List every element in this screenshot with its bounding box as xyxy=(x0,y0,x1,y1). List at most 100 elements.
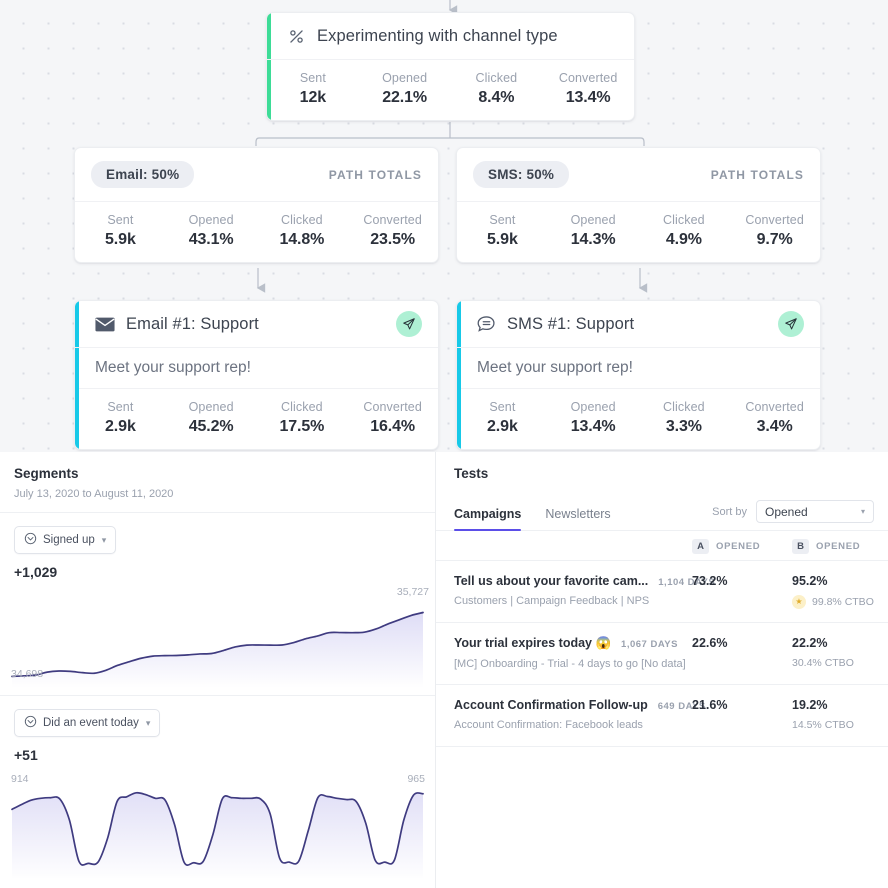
test-ctbo-value: 30.4% CTBO xyxy=(792,657,854,669)
stat-value: 13.4% xyxy=(570,418,616,435)
test-variant-b-value: 95.2% xyxy=(792,574,828,588)
segments-panel: Segments July 13, 2020 to August 11, 202… xyxy=(0,452,435,888)
segments-title: Segments xyxy=(14,466,79,481)
sort-control: Sort by Opened ▾ xyxy=(712,500,874,530)
stat-label: Opened xyxy=(188,213,234,227)
branch-sms-path-totals-label: PATH TOTALS xyxy=(710,167,804,182)
stat-sent: Sent 12k xyxy=(267,71,359,107)
segment-block-did-event: Did an event today ▾ +51 914 965 xyxy=(0,696,435,878)
stat-converted: Converted 23.5% xyxy=(347,213,438,249)
segment-selector-did-event[interactable]: Did an event today ▾ xyxy=(14,709,161,737)
stat-opened: Opened 13.4% xyxy=(548,400,639,436)
column-a-metric-label: OPENED xyxy=(716,540,761,552)
table-row[interactable]: Your trial expires today 😱 1,067 DAYS [M… xyxy=(436,623,888,685)
test-variant-b-value: 19.2% xyxy=(792,698,828,712)
send-paper-plane-icon[interactable] xyxy=(396,311,422,337)
stat-opened: Opened 45.2% xyxy=(166,400,257,436)
test-name: Tell us about your favorite cam... xyxy=(454,574,649,588)
split-node-title: Experimenting with channel type xyxy=(317,26,558,45)
message-card-email[interactable]: Email #1: Support Meet your support rep!… xyxy=(74,300,439,450)
bottom-panels: Segments July 13, 2020 to August 11, 202… xyxy=(0,452,888,888)
test-name: Account Confirmation Follow-up xyxy=(454,698,648,712)
test-ctbo-value: 14.5% CTBO xyxy=(792,719,854,731)
sort-by-select[interactable]: Opened ▾ xyxy=(756,500,874,523)
email-card-title: Email #1: Support xyxy=(126,314,259,333)
send-paper-plane-icon[interactable] xyxy=(778,311,804,337)
table-row[interactable]: Tell us about your favorite cam... 1,104… xyxy=(436,561,888,623)
stat-label: Converted xyxy=(363,400,422,414)
stat-value: 2.9k xyxy=(105,418,136,435)
stat-label: Clicked xyxy=(281,400,323,414)
percent-split-icon xyxy=(287,27,306,46)
column-b-metric-label: OPENED xyxy=(816,540,861,552)
tests-column-header: A OPENED B OPENED xyxy=(436,531,888,561)
stat-label: Opened xyxy=(188,400,234,414)
stat-sent: Sent 5.9k xyxy=(457,213,548,249)
winner-star-icon: ★ xyxy=(792,595,806,609)
stat-value: 3.3% xyxy=(665,418,702,435)
chevron-down-icon: ▾ xyxy=(101,534,107,545)
chevron-down-icon: ▾ xyxy=(860,507,865,516)
segment-block-signed-up: Signed up ▾ +1,029 34,698 35,727 xyxy=(0,513,435,687)
test-days: 1,067 DAYS xyxy=(621,639,678,650)
branch-card-sms[interactable]: SMS: 50% PATH TOTALS Sent 5.9k Opened 14… xyxy=(456,147,821,263)
stat-label: Clicked xyxy=(663,400,705,414)
message-card-sms[interactable]: SMS #1: Support Meet your support rep! S… xyxy=(456,300,821,450)
stat-label: Sent xyxy=(299,71,326,85)
stat-label: Opened xyxy=(570,400,616,414)
branch-card-email[interactable]: Email: 50% PATH TOTALS Sent 5.9k Opened … xyxy=(74,147,439,263)
stat-label: Converted xyxy=(745,213,804,227)
stat-value: 12k xyxy=(299,89,327,106)
segment-selector-signed-up[interactable]: Signed up ▾ xyxy=(14,526,117,554)
email-card-subject: Meet your support rep! xyxy=(75,348,438,389)
stat-sent: Sent 2.9k xyxy=(75,400,166,436)
tab-campaigns[interactable]: Campaigns xyxy=(454,507,522,531)
email-card-stats: Sent 2.9k Opened 45.2% Clicked 17.5% Con… xyxy=(75,389,438,449)
sparkline-end-label: 965 xyxy=(407,773,425,785)
email-card-header: Email #1: Support xyxy=(75,301,438,348)
stat-converted: Converted 13.4% xyxy=(542,71,634,107)
split-node-stats: Sent 12k Opened 22.1% Clicked 8.4% Conve… xyxy=(267,60,634,120)
campaign-flow-canvas: Experimenting with channel type Sent 12k… xyxy=(0,0,888,452)
test-ctbo: 30.4% CTBO xyxy=(792,657,854,669)
stat-clicked: Clicked 4.9% xyxy=(639,213,730,249)
tests-header: Tests xyxy=(436,452,888,481)
test-variant-b-value: 22.2% xyxy=(792,636,828,650)
envelope-icon xyxy=(95,317,115,332)
variant-b-badge: B xyxy=(792,538,809,554)
segments-header: Segments July 13, 2020 to August 11, 202… xyxy=(0,452,435,513)
chevron-down-icon: ▾ xyxy=(145,717,151,728)
sparkline-start-label: 914 xyxy=(11,773,29,785)
test-ctbo: 14.5% CTBO xyxy=(792,719,854,731)
stat-value: 4.9% xyxy=(665,231,702,248)
test-variant-a-value: 73.2% xyxy=(692,574,728,588)
test-variant-a-value: 21.6% xyxy=(692,698,728,712)
stat-clicked: Clicked 3.3% xyxy=(639,400,730,436)
tests-panel: Tests Campaigns Newsletters Sort by Open… xyxy=(436,452,888,888)
tab-newsletters[interactable]: Newsletters xyxy=(545,507,610,530)
stat-label: Sent xyxy=(107,400,134,414)
sms-card-subject: Meet your support rep! xyxy=(457,348,820,389)
sparkline-signed-up: 34,698 35,727 xyxy=(0,586,435,687)
stat-label: Sent xyxy=(489,213,516,227)
stat-converted: Converted 9.7% xyxy=(729,213,820,249)
segment-delta-did-event: +51 xyxy=(14,747,38,763)
stat-sent: Sent 2.9k xyxy=(457,400,548,436)
stat-label: Clicked xyxy=(475,71,518,85)
stat-label: Sent xyxy=(107,213,134,227)
stat-value: 5.9k xyxy=(487,231,518,248)
stat-value: 16.4% xyxy=(370,418,416,435)
target-circle-icon xyxy=(24,715,37,731)
segment-chip-label: Signed up xyxy=(43,534,95,546)
branch-sms-stats: Sent 5.9k Opened 14.3% Clicked 4.9% Conv… xyxy=(457,202,820,262)
sms-card-stats: Sent 2.9k Opened 13.4% Clicked 3.3% Conv… xyxy=(457,389,820,449)
column-a-header: A OPENED xyxy=(692,538,761,554)
split-test-node[interactable]: Experimenting with channel type Sent 12k… xyxy=(266,12,635,121)
table-row[interactable]: Account Confirmation Follow-up 649 DAYS … xyxy=(436,685,888,747)
stat-value: 14.3% xyxy=(570,231,616,248)
branch-email-path-totals-label: PATH TOTALS xyxy=(328,167,422,182)
test-ctbo-value: 99.8% CTBO xyxy=(812,596,874,608)
stat-value: 9.7% xyxy=(756,231,793,248)
stat-converted: Converted 16.4% xyxy=(347,400,438,436)
stat-sent: Sent 5.9k xyxy=(75,213,166,249)
